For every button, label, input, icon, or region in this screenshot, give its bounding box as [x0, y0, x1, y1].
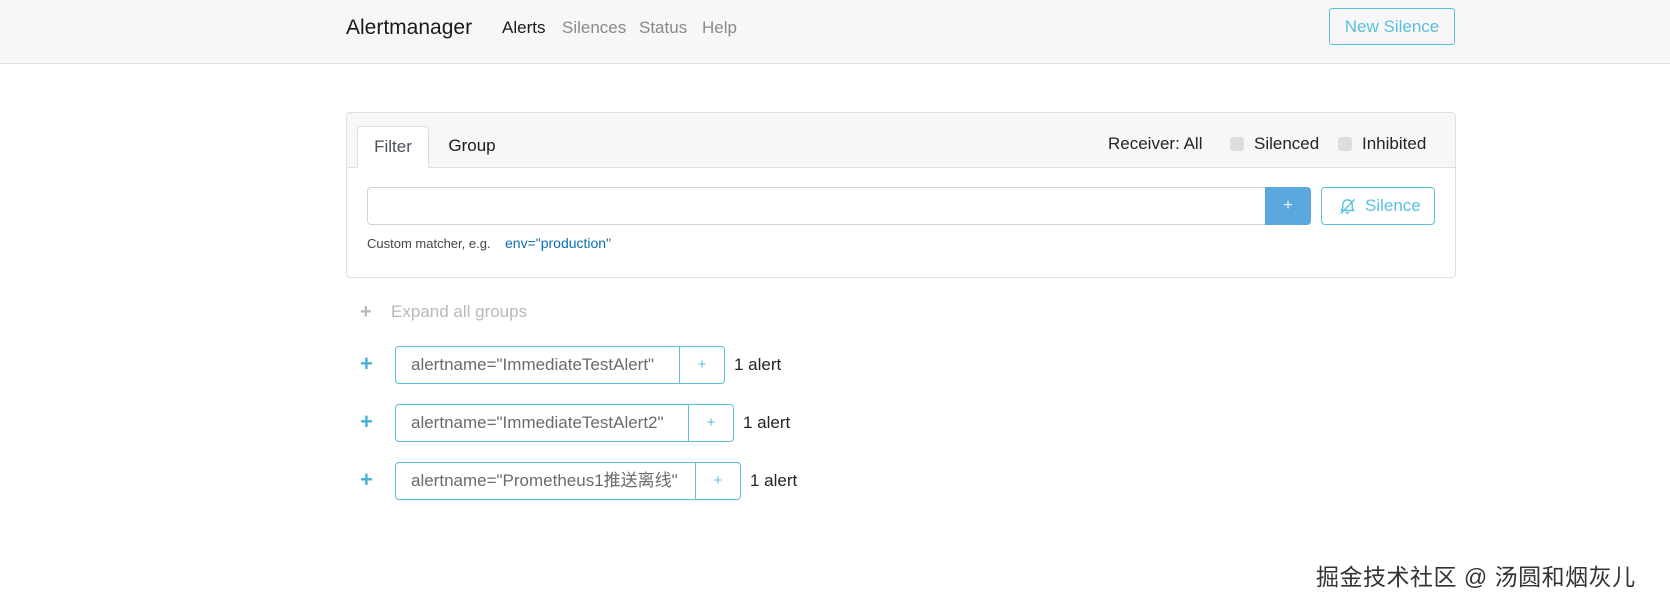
tab-filter[interactable]: Filter: [357, 126, 429, 168]
expand-group-icon[interactable]: +: [360, 468, 373, 492]
nav-link-status[interactable]: Status: [639, 17, 687, 39]
silenced-checkbox-group[interactable]: Silenced: [1230, 133, 1330, 155]
receiver-selector[interactable]: Receiver: All: [1108, 133, 1202, 155]
inhibited-checkbox-group[interactable]: Inhibited: [1338, 133, 1438, 155]
tab-group[interactable]: Group: [432, 126, 512, 167]
silence-button-label: Silence: [1365, 196, 1421, 215]
group-add-filter-button[interactable]: +: [696, 462, 741, 500]
new-silence-button[interactable]: New Silence: [1329, 8, 1455, 45]
nav-link-alerts[interactable]: Alerts: [502, 17, 545, 39]
group-add-filter-button[interactable]: +: [680, 346, 725, 384]
top-navbar: Alertmanager Alerts Silences Status Help…: [0, 0, 1670, 64]
group-matcher-button[interactable]: alertname="ImmediateTestAlert2": [395, 404, 689, 442]
group-alert-count: 1 alert: [743, 413, 791, 432]
expand-all-label: Expand all groups: [391, 302, 528, 321]
plus-icon: +: [360, 301, 372, 323]
expand-group-icon[interactable]: +: [360, 352, 373, 376]
matcher-example: env="production": [505, 235, 612, 251]
filter-input[interactable]: [367, 187, 1265, 225]
group-matcher-button[interactable]: alertname="Prometheus1推送离线": [395, 462, 696, 500]
nav-link-help[interactable]: Help: [702, 17, 737, 39]
group-matcher-button[interactable]: alertname="ImmediateTestAlert": [395, 346, 680, 384]
filter-panel-header: Filter Group Receiver: All Silenced Inhi…: [347, 113, 1455, 168]
group-alert-count: 1 alert: [734, 355, 782, 374]
bell-slash-icon: [1340, 198, 1356, 215]
silence-filter-button[interactable]: Silence: [1321, 187, 1435, 225]
add-filter-button[interactable]: +: [1265, 187, 1311, 225]
inhibited-checkbox[interactable]: [1338, 137, 1352, 151]
group-alert-count: 1 alert: [750, 471, 798, 490]
app-brand[interactable]: Alertmanager: [346, 15, 472, 40]
inhibited-label: Inhibited: [1362, 134, 1427, 153]
watermark: 掘金技术社区 @ 汤圆和烟灰儿: [1316, 564, 1636, 590]
silenced-label: Silenced: [1254, 134, 1320, 153]
nav-link-silences[interactable]: Silences: [562, 17, 626, 39]
matcher-hint: Custom matcher, e.g.: [367, 236, 491, 251]
group-add-filter-button[interactable]: +: [689, 404, 734, 442]
silenced-checkbox[interactable]: [1230, 137, 1244, 151]
filter-panel: Filter Group Receiver: All Silenced Inhi…: [346, 112, 1456, 278]
expand-group-icon[interactable]: +: [360, 410, 373, 434]
